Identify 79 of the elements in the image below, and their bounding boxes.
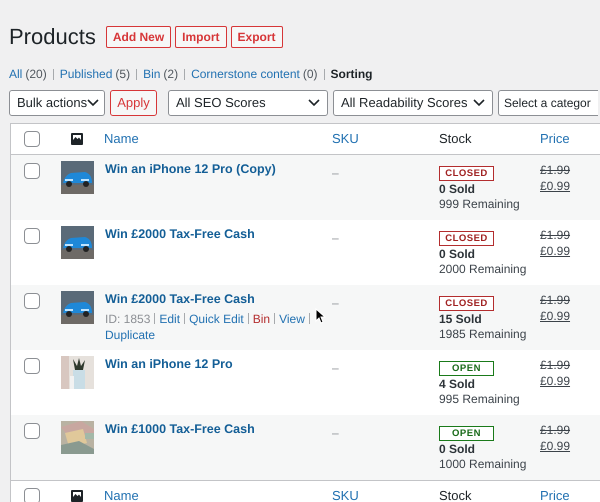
- remaining-count: 2000 Remaining: [439, 262, 528, 277]
- product-name-link[interactable]: Win £2000 Tax-Free Cash: [105, 291, 332, 308]
- apply-button[interactable]: Apply: [110, 90, 157, 116]
- row-action-link[interactable]: Bin: [252, 312, 270, 326]
- header-button[interactable]: Export: [230, 26, 283, 48]
- mouse-cursor-icon: [315, 308, 326, 324]
- remaining-count: 1000 Remaining: [439, 457, 528, 472]
- bulk-actions-dropdown[interactable]: Bulk actions: [9, 90, 105, 116]
- remaining-count: 1985 Remaining: [439, 327, 528, 342]
- sku-column-header[interactable]: SKU: [332, 488, 359, 502]
- filter-count: (5): [115, 66, 130, 83]
- product-name-link[interactable]: Win £2000 Tax-Free Cash: [105, 226, 332, 243]
- name-column-header[interactable]: Name: [104, 488, 139, 502]
- row-action-link[interactable]: Quick Edit: [189, 312, 244, 326]
- sku-value: –: [332, 426, 339, 440]
- header-button[interactable]: Add New: [106, 26, 172, 48]
- stock-column-header: Stock: [439, 131, 472, 146]
- status-badge: OPEN: [439, 361, 494, 376]
- checkbox[interactable]: [24, 228, 40, 244]
- filter-count: (0): [302, 66, 318, 83]
- stock-column-header: Stock: [439, 488, 472, 502]
- chevron-down-icon: [473, 99, 485, 107]
- sold-count: 0 Sold: [439, 182, 476, 197]
- checkbox[interactable]: [24, 488, 40, 502]
- remaining-count: 995 Remaining: [439, 392, 521, 407]
- name-column-header[interactable]: Name: [104, 131, 139, 146]
- sku-value: –: [332, 231, 339, 245]
- sale-price: £0.99: [540, 438, 570, 454]
- regular-price: £1.99: [540, 292, 570, 308]
- status-badge: CLOSED: [439, 166, 494, 181]
- filter-dropdown[interactable]: All Readability Scores: [333, 90, 493, 116]
- filter-count: (2): [163, 66, 178, 83]
- price-column-header[interactable]: Price: [540, 131, 570, 146]
- sold-count: 4 Sold: [439, 377, 476, 392]
- sku-column-header[interactable]: SKU: [332, 131, 359, 146]
- sku-value: –: [332, 361, 339, 375]
- regular-price: £1.99: [540, 357, 570, 373]
- remaining-count: 999 Remaining: [439, 197, 521, 212]
- price-column-header[interactable]: Price: [540, 488, 570, 502]
- chevron-down-icon: [308, 99, 320, 107]
- checkbox[interactable]: [24, 423, 40, 439]
- status-badge: CLOSED: [439, 296, 494, 311]
- row-action-link[interactable]: View: [279, 312, 305, 326]
- status-badge: OPEN: [439, 426, 494, 441]
- filter-dropdown[interactable]: All SEO Scores: [168, 90, 328, 116]
- product-name-link[interactable]: Win an iPhone 12 Pro: [105, 356, 332, 373]
- filter-link[interactable]: Cornerstone content: [191, 65, 300, 83]
- filter-link[interactable]: Sorting: [330, 65, 372, 83]
- sold-count: 0 Sold: [439, 442, 476, 457]
- filter-link[interactable]: Published: [60, 65, 112, 83]
- sale-price: £0.99: [540, 373, 570, 389]
- status-badge: CLOSED: [439, 231, 494, 246]
- filter-link[interactable]: All: [9, 65, 22, 83]
- filter-dropdown[interactable]: Select a categor: [498, 90, 598, 116]
- sold-count: 0 Sold: [439, 247, 476, 262]
- checkbox[interactable]: [24, 293, 40, 309]
- sale-price: £0.99: [540, 308, 570, 324]
- filter-link[interactable]: Bin: [143, 65, 160, 83]
- product-id: ID: 1853: [105, 312, 150, 326]
- sku-value: –: [332, 296, 339, 310]
- regular-price: £1.99: [540, 227, 570, 243]
- image-icon: [70, 132, 84, 146]
- chevron-down-icon: [87, 99, 100, 107]
- checkbox[interactable]: [24, 131, 40, 147]
- sku-value: –: [332, 166, 339, 180]
- regular-price: £1.99: [540, 162, 570, 178]
- page-title: Products: [9, 23, 96, 51]
- row-action-link[interactable]: Edit: [159, 312, 180, 326]
- header-button[interactable]: Import: [175, 26, 227, 48]
- product-name-link[interactable]: Win an iPhone 12 Pro (Copy): [105, 161, 332, 178]
- checkbox[interactable]: [24, 163, 40, 179]
- sold-count: 15 Sold: [439, 312, 483, 327]
- regular-price: £1.99: [540, 422, 570, 438]
- sale-price: £0.99: [540, 178, 570, 194]
- filter-count: (20): [25, 66, 47, 83]
- sale-price: £0.99: [540, 243, 570, 259]
- row-action-link[interactable]: Duplicate: [105, 328, 156, 342]
- checkbox[interactable]: [24, 358, 40, 374]
- product-name-link[interactable]: Win £1000 Tax-Free Cash: [105, 421, 332, 438]
